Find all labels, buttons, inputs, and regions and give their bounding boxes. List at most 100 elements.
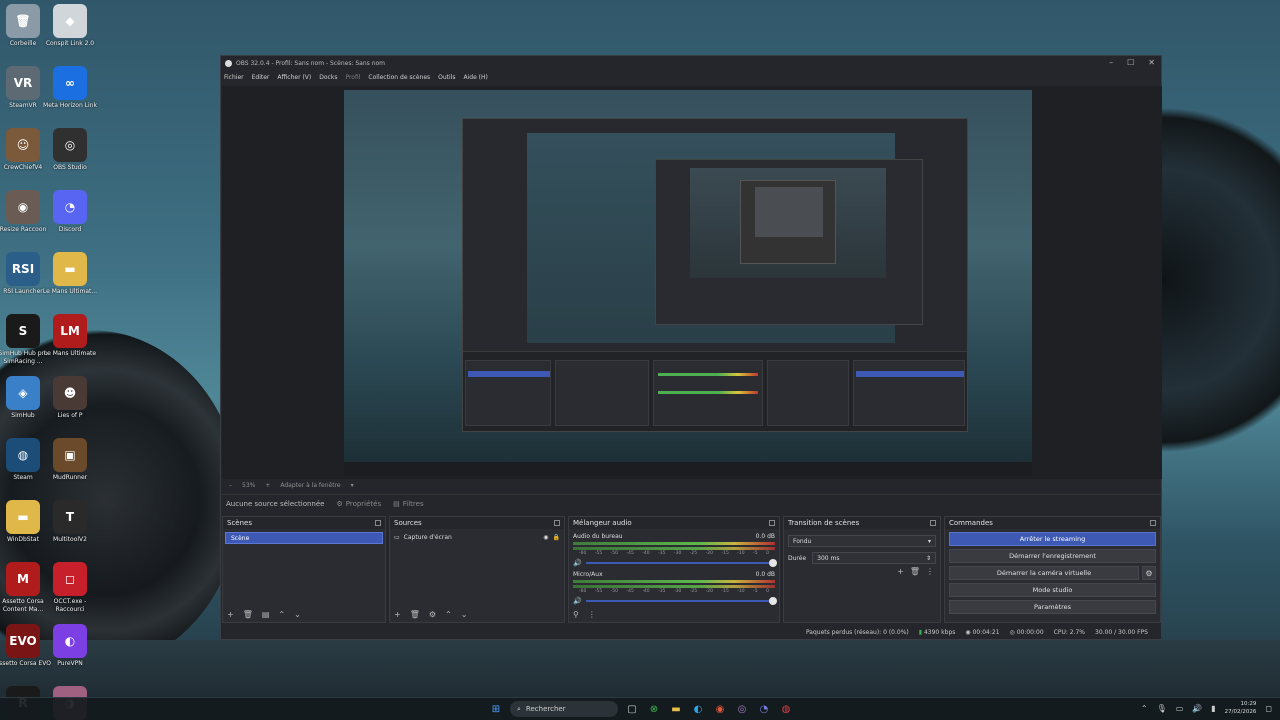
settings-button[interactable]: Paramètres — [949, 600, 1156, 614]
stop-streaming-button[interactable]: Arrêter le streaming — [949, 532, 1156, 546]
undock-icon[interactable] — [375, 520, 381, 526]
speaker-icon[interactable]: 🔊 — [573, 559, 582, 567]
context-bar: Aucune source sélectionnée ⚙ Propriétés ▤… — [222, 494, 1162, 512]
studio-mode-button[interactable]: Mode studio — [949, 583, 1156, 597]
up-icon[interactable]: ⌃ — [445, 610, 452, 619]
undock-icon[interactable] — [769, 520, 775, 526]
speaker-icon[interactable]: 🔊 — [573, 597, 582, 605]
signal-icon: ▮ — [918, 628, 923, 636]
app-icon: VR — [6, 66, 40, 100]
taskbar-search[interactable]: ⌕ Rechercher — [510, 701, 618, 717]
menu-profil[interactable]: Profil — [345, 74, 360, 81]
zoom-value[interactable]: 53% — [242, 482, 255, 489]
undock-icon[interactable] — [1150, 520, 1156, 526]
down-icon[interactable]: ⌄ — [461, 610, 468, 619]
desktop-icon-label: Conspit Link 2.0 — [45, 40, 95, 47]
add-icon[interactable]: + — [227, 610, 234, 619]
desktop-icon[interactable]: ☻ Lies of P — [41, 376, 99, 420]
xbox-icon[interactable]: ⊗ — [646, 701, 662, 717]
menu-afficher[interactable]: Afficher (V) — [277, 74, 311, 81]
filters-button[interactable]: ▤ Filtres — [393, 500, 423, 508]
eye-icon[interactable]: ◉ — [543, 534, 548, 541]
properties-button[interactable]: ⚙ Propriétés — [336, 500, 381, 508]
gear-icon: ⚙ — [336, 499, 343, 508]
down-icon[interactable]: ⌄ — [294, 610, 301, 619]
volume-icon[interactable]: 🔊 — [1192, 704, 1202, 713]
fps: 30.00 / 30.00 FPS — [1095, 628, 1148, 636]
close-icon[interactable]: ✕ — [1148, 58, 1155, 67]
zoom-minus-icon[interactable]: – — [229, 482, 232, 489]
desktop-icon[interactable]: ▣ MudRunner — [41, 438, 99, 482]
clock[interactable]: 10:29 27/02/2026 — [1225, 700, 1257, 716]
menu-dots-icon[interactable]: ⋮ — [588, 610, 596, 619]
preview-area[interactable] — [222, 86, 1162, 479]
desktop-icon[interactable]: ∞ Meta Horizon Link — [41, 66, 99, 110]
desktop-icon[interactable]: ◐ PureVPN — [41, 624, 99, 668]
link-icon[interactable]: ⚲ — [573, 610, 579, 619]
channel-db: 0.0 dB — [755, 533, 775, 540]
chrome-icon[interactable]: ◉ — [712, 701, 728, 717]
filter-icon[interactable]: ▤ — [262, 610, 270, 619]
desktop-icon[interactable]: ▬ Le Mans Ultimat... — [41, 252, 99, 296]
network-icon[interactable]: ▭ — [1176, 704, 1184, 713]
transition-select[interactable]: Fondu ▾ — [788, 535, 936, 547]
menu-docks[interactable]: Docks — [319, 74, 337, 81]
undock-icon[interactable] — [930, 520, 936, 526]
maximize-icon[interactable]: ☐ — [1127, 58, 1134, 67]
obs-taskbar-icon[interactable]: ◎ — [734, 701, 750, 717]
up-icon[interactable]: ⌃ — [278, 610, 285, 619]
discord-taskbar-icon[interactable]: ◔ — [756, 701, 772, 717]
desktop-icon[interactable]: T MultitoolV2 — [41, 500, 99, 544]
app-icon: ◈ — [6, 376, 40, 410]
duration-input[interactable]: 300 ms ⇕ — [812, 552, 936, 564]
task-view-icon[interactable]: ▢ — [624, 701, 640, 717]
lock-icon[interactable]: 🔒 — [553, 534, 560, 541]
app-taskbar-icon[interactable]: ◍ — [778, 701, 794, 717]
notification-icon[interactable]: ◻ — [1265, 704, 1272, 713]
spinner-icon[interactable]: ⇕ — [926, 555, 931, 562]
gear-icon[interactable]: ⚙ — [1142, 566, 1156, 580]
trash-icon[interactable]: 🗑 — [243, 610, 253, 619]
volume-slider[interactable] — [585, 559, 777, 567]
scene-item[interactable]: Scène — [225, 532, 383, 544]
desktop-icon[interactable]: ◆ Conspit Link 2.0 — [41, 4, 99, 48]
add-icon[interactable]: + — [897, 567, 904, 576]
mic-icon[interactable]: 🎙 — [1157, 704, 1167, 713]
edge-icon[interactable]: ◐ — [690, 701, 706, 717]
source-item[interactable]: ▭ Capture d'écran ◉ 🔒 — [394, 532, 560, 543]
menu-collection[interactable]: Collection de scènes — [368, 74, 430, 81]
desktop-icon[interactable]: ◻ OCCT.exe - Raccourci — [41, 562, 99, 614]
tray-chevron-icon[interactable]: ⌃ — [1141, 704, 1148, 713]
meter-ticks: -60 -55 -50 -45 -40 -35 -30 -25 -20 -15 -10 -5 0 — [579, 589, 769, 594]
record-icon: ◎ — [1009, 628, 1015, 636]
title-bar[interactable]: OBS 32.0.4 - Profil: Sans nom - Scènes: … — [221, 56, 1161, 70]
desktop-icon[interactable]: ◎ OBS Studio — [41, 128, 99, 172]
zoom-fit[interactable]: Adapter à la fenêtre — [280, 482, 340, 489]
scenes-title: Scènes — [227, 519, 252, 527]
start-recording-button[interactable]: Démarrer l'enregistrement — [949, 549, 1156, 563]
desktop-icon[interactable]: ◔ Discord — [41, 190, 99, 234]
undock-icon[interactable] — [554, 520, 560, 526]
menu-aide[interactable]: Aide (H) — [464, 74, 488, 81]
add-icon[interactable]: + — [394, 610, 401, 619]
battery-icon[interactable]: ▮ — [1211, 704, 1215, 713]
virtual-camera-button[interactable]: Démarrer la caméra virtuelle — [949, 566, 1139, 580]
mixer-channel-mic: Micro/Aux 0.0 dB -60 -55 -50 -45 -40 -35 -30 -25… — [573, 571, 777, 605]
minimize-icon[interactable]: – — [1109, 58, 1113, 67]
trash-icon[interactable]: 🗑 — [410, 610, 420, 619]
search-icon: ⌕ — [517, 704, 521, 713]
zoom-plus-icon[interactable]: + — [265, 482, 270, 489]
gear-icon[interactable]: ⚙ — [429, 610, 436, 619]
preview-canvas[interactable] — [344, 90, 1032, 476]
trash-icon[interactable]: 🗑 — [910, 567, 920, 576]
menu-outils[interactable]: Outils — [438, 74, 455, 81]
file-explorer-icon[interactable]: ▬ — [668, 701, 684, 717]
start-icon[interactable]: ⊞ — [488, 701, 504, 717]
menu-dots-icon[interactable]: ⋮ — [926, 567, 934, 576]
menu-editer[interactable]: Editer — [252, 74, 270, 81]
zoom-dropdown-icon[interactable]: ▾ — [351, 482, 354, 489]
desktop-icon[interactable]: LM Le Mans Ultimate — [41, 314, 99, 358]
volume-slider[interactable] — [585, 597, 777, 605]
desktop-icon-label: Le Mans Ultimate — [43, 350, 97, 357]
menu-fichier[interactable]: Fichier — [224, 74, 244, 81]
